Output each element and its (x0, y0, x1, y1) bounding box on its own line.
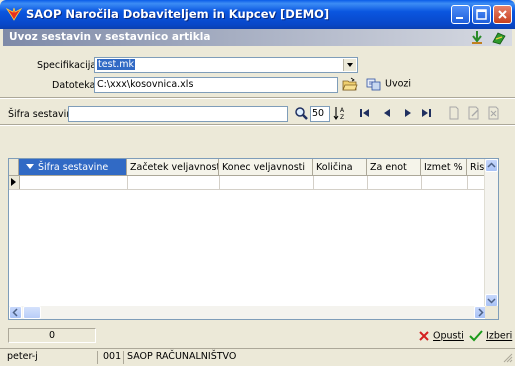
minimize-icon (456, 17, 463, 19)
table-cell[interactable] (219, 176, 314, 189)
chevron-left-icon (12, 308, 18, 317)
chevron-down-icon (487, 298, 496, 304)
grid-header: Šifra sestavine Začetek veljavnosti Kone… (9, 159, 498, 177)
column-header-kolicina[interactable]: Količina (313, 159, 367, 176)
horizontal-scrollbar[interactable] (9, 306, 487, 319)
close-icon (498, 10, 507, 19)
table-cell[interactable] (313, 176, 368, 189)
vertical-scrollbar[interactable] (484, 159, 498, 307)
specifikacija-label: Specifikacija (37, 60, 97, 71)
chevron-up-icon (487, 162, 496, 168)
chevron-down-icon (347, 63, 353, 67)
record-limit-input[interactable]: 50 (310, 106, 330, 122)
status-bar: peter-j 001 SAOP RAČUNALNIŠTVO (0, 348, 515, 366)
column-header-sifra[interactable]: Šifra sestavine (19, 159, 127, 176)
delete-record-icon[interactable] (487, 106, 501, 120)
components-grid[interactable]: Šifra sestavine Začetek veljavnosti Kone… (8, 158, 499, 320)
search-input[interactable] (68, 106, 288, 122)
confirm-label: Izberi (486, 330, 513, 342)
table-cell[interactable] (367, 176, 422, 189)
row-indicator-header (9, 159, 19, 176)
previous-record-icon[interactable] (381, 107, 393, 119)
column-header-za-enot[interactable]: Za enot (367, 159, 421, 176)
edit-record-icon[interactable] (467, 106, 481, 120)
table-cell[interactable] (127, 176, 220, 189)
status-code: 001 (100, 351, 124, 364)
sort-down-icon (26, 164, 34, 169)
minimize-button[interactable] (451, 5, 470, 24)
main-window: SAOP Naročila Dobaviteljem in Kupcev [DE… (0, 0, 515, 366)
current-row-icon (11, 178, 16, 186)
close-x-icon (419, 331, 429, 341)
next-record-icon[interactable] (402, 107, 414, 119)
scroll-up-button[interactable] (485, 159, 498, 172)
resize-grip-icon[interactable] (502, 352, 513, 363)
last-record-icon[interactable] (420, 107, 432, 119)
separator (0, 124, 515, 126)
exit-door-icon[interactable] (491, 30, 507, 45)
import-icon (366, 78, 381, 91)
maximize-button[interactable] (472, 5, 491, 24)
open-folder-icon[interactable] (342, 77, 358, 92)
scroll-left-button[interactable] (9, 306, 22, 319)
download-arrow-icon[interactable] (469, 30, 485, 45)
datoteka-label: Datoteka (52, 80, 96, 91)
record-count: 0 (8, 328, 96, 343)
status-company: SAOP RAČUNALNIŠTVO (127, 351, 237, 362)
table-cell[interactable] (19, 176, 128, 189)
datoteka-input[interactable]: C:\xxx\kosovnica.xls (94, 77, 338, 93)
close-button[interactable] (493, 5, 512, 24)
scroll-thumb[interactable] (23, 306, 41, 319)
uvozi-label: Uvozi (385, 78, 412, 90)
svg-text:Z: Z (340, 114, 344, 121)
cancel-button[interactable]: Opusti (418, 330, 464, 342)
column-header-zacetek[interactable]: Začetek veljavnosti (127, 159, 219, 176)
cancel-label: Opusti (433, 330, 464, 342)
maximize-icon (476, 9, 487, 20)
specifikacija-combo[interactable]: test.mk (94, 57, 358, 73)
uvozi-button[interactable]: Uvozi (366, 77, 411, 91)
status-user: peter-j (4, 351, 98, 364)
new-record-icon[interactable] (447, 106, 461, 120)
combo-dropdown-button[interactable] (343, 59, 356, 71)
column-header-izmet[interactable]: Izmet % (421, 159, 467, 176)
column-header-konec[interactable]: Konec veljavnosti (219, 159, 313, 176)
svg-text:A: A (340, 107, 345, 114)
checkmark-icon (469, 330, 483, 342)
table-row[interactable] (9, 176, 498, 190)
separator (0, 97, 515, 99)
column-header-label: Šifra sestavine (38, 162, 109, 173)
table-cell[interactable] (421, 176, 468, 189)
section-title: Uvoz sestavin v sestavnico artikla (9, 31, 211, 43)
scroll-corner (485, 306, 498, 319)
first-record-icon[interactable] (359, 107, 371, 119)
confirm-button[interactable]: Izberi (469, 330, 512, 342)
section-header: Uvoz sestavin v sestavnico artikla (3, 29, 512, 46)
window-title: SAOP Naročila Dobaviteljem in Kupcev [DE… (26, 7, 330, 21)
sort-icon[interactable]: A Z (333, 105, 349, 121)
search-icon[interactable] (294, 106, 309, 121)
title-bar[interactable]: SAOP Naročila Dobaviteljem in Kupcev [DE… (0, 0, 515, 29)
specifikacija-value: test.mk (97, 59, 136, 70)
app-icon (6, 7, 22, 21)
